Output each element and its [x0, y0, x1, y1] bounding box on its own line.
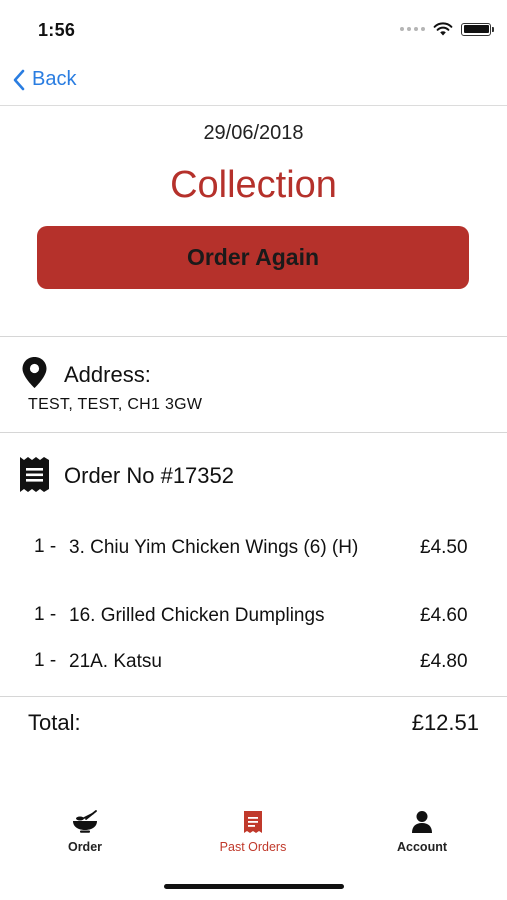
- list-item: 1 - 3. Chiu Yim Chicken Wings (6) (H) £4…: [34, 536, 484, 586]
- home-indicator[interactable]: [164, 884, 344, 889]
- order-type-title: Collection: [170, 164, 337, 206]
- item-quantity: 1 -: [34, 604, 57, 625]
- tab-past-orders[interactable]: Past Orders: [183, 810, 323, 854]
- tab-bar: Order Past Orders Account: [0, 810, 507, 870]
- total-label: Total:: [28, 710, 81, 735]
- item-quantity: 1 -: [34, 536, 57, 557]
- status-bar: 1:56: [0, 0, 507, 60]
- list-item: 1 - 16. Grilled Chicken Dumplings £4.60: [34, 604, 484, 630]
- receipt-icon: [244, 811, 262, 833]
- item-name: 21A. Katsu: [69, 651, 162, 672]
- divider: [0, 696, 507, 697]
- item-quantity: 1 -: [34, 650, 57, 671]
- tab-order[interactable]: Order: [15, 810, 155, 854]
- address-title: Address:: [64, 362, 151, 387]
- order-date: 29/06/2018: [203, 122, 304, 144]
- divider: [0, 336, 507, 337]
- tab-account[interactable]: Account: [352, 810, 492, 854]
- bowl-icon: [73, 810, 97, 833]
- item-price: £4.50: [420, 537, 468, 558]
- back-button[interactable]: Back: [12, 68, 76, 91]
- address-value: TEST, TEST, CH1 3GW: [28, 396, 203, 413]
- divider: [0, 432, 507, 433]
- chevron-left-icon: [13, 69, 25, 90]
- total-value: £12.51: [411, 710, 479, 735]
- tab-label: Order: [67, 840, 103, 854]
- nav-bar: Back: [0, 60, 507, 106]
- tab-label: Past Orders: [219, 840, 287, 854]
- status-time: 1:56: [38, 20, 76, 40]
- back-label: Back: [32, 68, 77, 90]
- receipt-icon: [20, 457, 49, 492]
- order-again-button[interactable]: Order Again: [37, 226, 469, 289]
- order-number: Order No #17352: [64, 463, 234, 488]
- cellular-signal-icon: [400, 27, 425, 31]
- wifi-icon: [433, 22, 453, 36]
- location-pin-icon: [22, 357, 47, 388]
- tab-label: Account: [397, 840, 447, 854]
- battery-icon: [461, 22, 494, 36]
- person-icon: [412, 811, 432, 833]
- list-item: 1 - 21A. Katsu £4.80: [34, 650, 484, 676]
- item-name: 3. Chiu Yim Chicken Wings (6) (H): [69, 537, 359, 558]
- item-name: 16. Grilled Chicken Dumplings: [69, 605, 325, 626]
- status-icons: [400, 22, 494, 36]
- item-price: £4.80: [420, 651, 468, 672]
- order-again-label: Order Again: [186, 244, 320, 270]
- item-price: £4.60: [420, 605, 468, 626]
